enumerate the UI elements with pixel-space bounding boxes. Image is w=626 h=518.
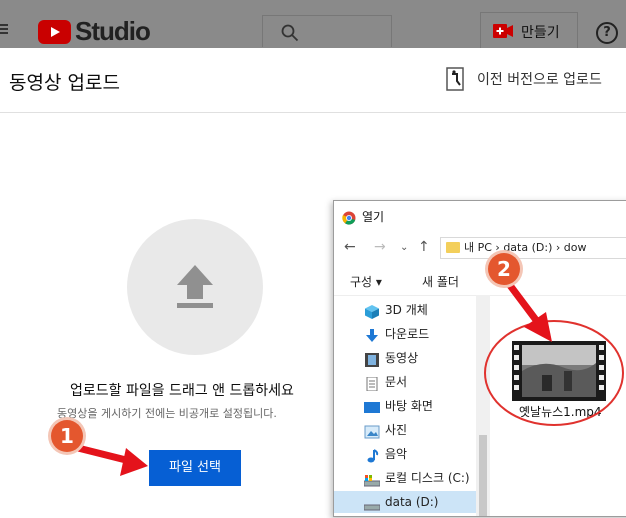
help-icon[interactable]: ? xyxy=(596,22,618,44)
top-app-bar: Studio 만들기 ? xyxy=(0,0,626,48)
dialog-title: 동영상 업로드 xyxy=(9,72,120,94)
arrow-1-head xyxy=(120,448,148,476)
create-button[interactable]: 만들기 xyxy=(480,12,578,48)
chrome-icon xyxy=(342,211,356,225)
file-dialog-nav-bar: ← → ⌄ ↑ 내 PC › data (D:) › dow xyxy=(334,235,626,261)
folder-icon xyxy=(446,242,460,253)
drag-drop-instruction: 업로드할 파일을 드래그 앤 드롭하세요 xyxy=(70,383,294,399)
scrollbar-thumb[interactable] xyxy=(479,435,487,516)
old-version-icon xyxy=(446,67,464,91)
back-arrow-icon[interactable]: ← xyxy=(344,239,356,255)
privacy-note: 동영상을 게시하기 전에는 비공개로 설정됩니다. xyxy=(57,407,277,420)
download-icon xyxy=(364,328,380,342)
desktop-icon xyxy=(364,400,380,414)
search-icon xyxy=(281,24,299,42)
sidebar-item-3d-objects[interactable]: 3D 개체 xyxy=(364,299,428,321)
file-dialog-toolbar: 구성 ▾ 새 폴더 xyxy=(334,267,626,296)
chevron-down-icon[interactable]: ⌄ xyxy=(400,242,408,253)
cube-icon xyxy=(364,304,380,319)
sidebar-item-videos[interactable]: 동영상 xyxy=(364,347,418,369)
video-icon xyxy=(364,352,380,367)
select-files-button[interactable]: 파일 선택 xyxy=(149,450,241,486)
sidebar-item-data-drive[interactable]: data (D:) xyxy=(334,491,476,513)
arrow-1-shaft xyxy=(74,444,134,465)
address-path: 내 PC › data (D:) › dow xyxy=(464,241,587,254)
studio-logo-text[interactable]: Studio xyxy=(75,16,151,47)
sidebar-item-local-disk[interactable]: 로컬 디스크 (C:) xyxy=(363,467,470,489)
up-arrow-icon[interactable]: ↑ xyxy=(418,239,430,255)
document-icon xyxy=(364,376,380,391)
upload-arrow-icon xyxy=(177,265,213,308)
video-camera-icon xyxy=(493,24,513,38)
music-icon xyxy=(364,448,380,462)
sidebar-item-downloads[interactable]: 다운로드 xyxy=(364,323,429,345)
highlight-ellipse xyxy=(484,320,624,426)
disk-icon xyxy=(363,472,381,486)
file-dialog-sidebar: 3D 개체 다운로드 동영상 문서 바탕 화면 사진 음악 로컬 디스크 (C:… xyxy=(334,295,477,516)
sidebar-item-pictures[interactable]: 사진 xyxy=(364,419,407,441)
search-box[interactable] xyxy=(262,15,392,47)
file-dialog-title-bar: 열기 xyxy=(342,208,384,225)
previous-version-label: 이전 버전으로 업로드 xyxy=(477,72,602,88)
youtube-logo-icon[interactable] xyxy=(38,20,71,44)
upload-drop-zone[interactable] xyxy=(127,219,263,355)
sidebar-scrollbar[interactable] xyxy=(476,295,490,516)
step-badge-2: 2 xyxy=(488,253,520,285)
sidebar-item-desktop[interactable]: 바탕 화면 xyxy=(364,395,433,417)
step-badge-1: 1 xyxy=(51,420,83,452)
sidebar-item-documents[interactable]: 문서 xyxy=(364,371,407,393)
new-folder-button[interactable]: 새 폴더 xyxy=(422,273,459,290)
upload-dialog-header: 동영상 업로드 이전 버전으로 업로드 xyxy=(0,48,626,113)
menu-icon[interactable] xyxy=(0,24,8,34)
drive-icon xyxy=(363,496,381,510)
sidebar-item-music[interactable]: 음악 xyxy=(364,443,407,465)
picture-icon xyxy=(364,424,380,438)
forward-arrow-icon[interactable]: → xyxy=(374,239,386,255)
organize-menu[interactable]: 구성 ▾ xyxy=(350,273,382,290)
create-button-label: 만들기 xyxy=(521,25,560,41)
file-dialog-title: 열기 xyxy=(362,210,385,224)
address-bar[interactable]: 내 PC › data (D:) › dow xyxy=(440,237,626,259)
